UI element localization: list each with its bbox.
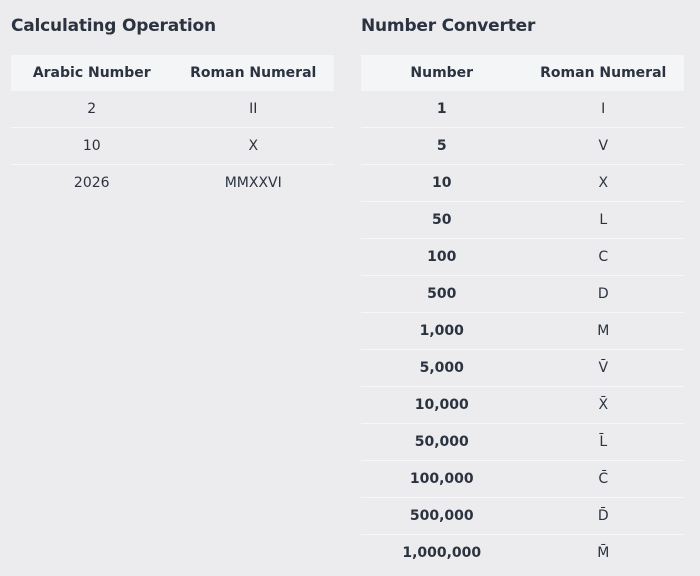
number-cell: 100 [361, 238, 523, 276]
table-row: 10,000 X̄ [361, 386, 684, 424]
table-row: 2 II [11, 91, 334, 128]
table-row: 100,000 C̄ [361, 460, 684, 498]
column-header-roman-numeral: Roman Numeral [190, 65, 317, 81]
table-row: 5 V [361, 127, 684, 165]
number-cell: 100,000 [361, 460, 523, 498]
calculating-operation-title: Calculating Operation [11, 16, 216, 36]
roman-numeral-cell: I [522, 91, 684, 128]
table-row: 500,000 D̄ [361, 497, 684, 535]
number-cell: 5 [361, 127, 523, 165]
table-row: 50 L [361, 201, 684, 239]
table-row: 500 D [361, 275, 684, 313]
number-cell: 5,000 [361, 349, 523, 387]
roman-numeral-cell: V [522, 127, 684, 165]
number-cell: 10 [361, 164, 523, 202]
roman-numeral-cell: C̄ [522, 460, 684, 498]
number-cell: 500,000 [361, 497, 523, 535]
roman-numeral-cell: II [172, 91, 334, 128]
roman-numeral-cell: C [522, 238, 684, 276]
table-row: 1 I [361, 91, 684, 128]
table-row: 10 X [361, 164, 684, 202]
column-header-arabic-number: Arabic Number [32, 65, 151, 81]
calculating-operation-table: Arabic Number Roman Numeral 2 II 10 X 20… [11, 55, 334, 201]
arabic-number-cell: 2 [11, 91, 173, 128]
number-cell: 1,000 [361, 312, 523, 350]
table-row: 1,000 M [361, 312, 684, 350]
table-header-row: Number Roman Numeral [361, 55, 684, 91]
arabic-number-cell: 10 [11, 127, 173, 165]
roman-numeral-cell: M̄ [597, 545, 610, 561]
table-row: 10 X [11, 127, 334, 165]
number-cell: 1 [361, 91, 523, 128]
roman-numeral-cell: L̄ [522, 423, 684, 461]
column-header-roman-numeral: Roman Numeral [540, 65, 667, 81]
roman-numeral-cell: X̄ [522, 386, 684, 424]
number-cell: 1,000,000 [402, 545, 482, 561]
roman-numeral-cell: D̄ [522, 497, 684, 535]
roman-numeral-cell: M [522, 312, 684, 350]
roman-numeral-cell: V̄ [522, 349, 684, 387]
number-cell: 50 [361, 201, 523, 239]
arabic-number-cell: 2026 [73, 175, 110, 191]
number-converter-table: Number Roman Numeral 1 I 5 V 10 X 50 L 1 [361, 55, 684, 571]
table-row: 50,000 L̄ [361, 423, 684, 461]
roman-numeral-cell: X [522, 164, 684, 202]
table-row: 1,000,000 M̄ [361, 535, 684, 572]
table-row: 5,000 V̄ [361, 349, 684, 387]
roman-numeral-cell: L [522, 201, 684, 239]
number-converter-title: Number Converter [361, 16, 536, 36]
roman-numeral-cell: D [522, 275, 684, 313]
roman-numeral-cell: MMXXVI [224, 175, 282, 191]
number-cell: 10,000 [361, 386, 523, 424]
number-cell: 500 [361, 275, 523, 313]
table-row: 2026 MMXXVI [11, 165, 334, 202]
number-cell: 50,000 [361, 423, 523, 461]
table-row: 100 C [361, 238, 684, 276]
column-header-number: Number [410, 65, 474, 81]
roman-numeral-cell: X [172, 127, 334, 165]
table-header-row: Arabic Number Roman Numeral [11, 55, 334, 91]
